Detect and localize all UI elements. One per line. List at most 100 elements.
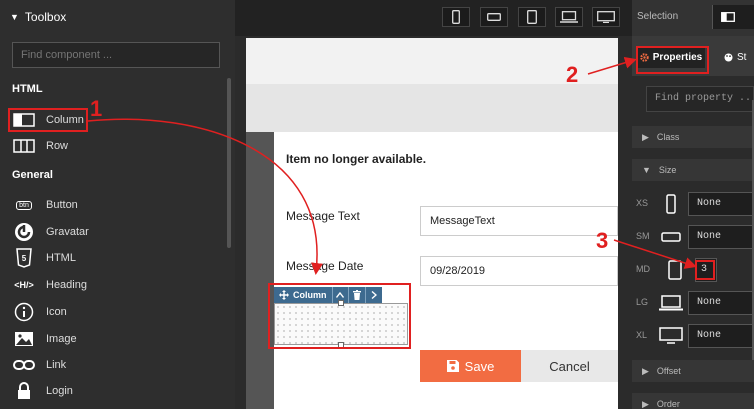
toolbox-item-label: Image (46, 333, 77, 345)
toolbox-item-label: Link (46, 359, 67, 371)
selection-row: Selection (632, 0, 754, 36)
expand-triangle-icon: ▶ (642, 398, 649, 409)
toolbox-title: Toolbox (24, 10, 67, 24)
toolbox-item-label: Icon (46, 306, 67, 318)
section-general-heading: General (12, 169, 53, 181)
find-component-input[interactable] (12, 42, 220, 68)
toolbox-item-label: Login (46, 385, 73, 397)
toolbox-item-link[interactable]: Link (12, 354, 66, 376)
collapse-triangle-icon: ▼ (10, 12, 19, 22)
device-phone-landscape-button[interactable] (480, 7, 508, 27)
gravatar-icon (12, 222, 36, 242)
laptop-icon (658, 292, 684, 314)
group-class-label: Class (656, 132, 680, 142)
toolbox-item-row[interactable]: Row (12, 135, 68, 157)
laptop-icon (560, 11, 578, 23)
tablet-portrait-icon (527, 10, 537, 24)
device-laptop-button[interactable] (555, 7, 583, 27)
toolbox-item-html[interactable]: 5 HTML (12, 247, 76, 269)
toolbox-item-label: Button (46, 199, 78, 211)
size-row-lg: LG None (632, 288, 754, 318)
step-number-2: 2 (566, 62, 579, 87)
group-offset-label: Offset (656, 366, 681, 376)
size-breakpoint-label: XS (636, 198, 649, 208)
phone-icon (658, 193, 684, 215)
toolbox-item-login[interactable]: Login (12, 380, 73, 402)
toolbox-item-heading[interactable]: <H/> Heading (12, 274, 87, 296)
canvas-header-band (246, 84, 618, 132)
heading-icon: <H/> (14, 280, 34, 290)
group-order-label: Order (656, 399, 680, 409)
size-value-sm[interactable]: None (688, 225, 754, 249)
message-date-field[interactable]: 09/28/2019 (420, 256, 618, 286)
cancel-button[interactable]: Cancel (521, 350, 618, 382)
toolbox-item-label: Heading (46, 279, 87, 291)
step-number-3: 3 (596, 228, 609, 253)
info-icon (12, 302, 36, 322)
section-html-heading: HTML (12, 83, 43, 95)
tab-styles[interactable]: St (716, 46, 754, 68)
step-number-1: 1 (90, 96, 103, 121)
size-value-lg[interactable]: None (688, 291, 754, 315)
collapse-triangle-icon: ▼ (642, 165, 651, 175)
lock-icon (12, 382, 36, 400)
message-date-label: Message Date (286, 259, 364, 273)
toolbox-item-icon[interactable]: Icon (12, 301, 67, 323)
size-row-xs: XS None (632, 189, 754, 219)
phone-portrait-icon (452, 10, 460, 24)
toolbox-item-image[interactable]: Image (12, 328, 77, 350)
phone-landscape-icon (487, 13, 501, 21)
group-order[interactable]: ▶ Order (632, 393, 754, 409)
link-icon (12, 359, 36, 371)
toolbox-item-label: Row (46, 140, 69, 152)
highlight-box-properties-tab (636, 46, 709, 74)
toolbox-scrollbar[interactable] (227, 78, 231, 248)
monitor-icon (597, 11, 615, 23)
device-desktop-button[interactable] (592, 7, 620, 27)
selected-component-chip[interactable] (712, 5, 754, 29)
toolbox-item-label: HTML (46, 252, 76, 264)
size-value-xl[interactable]: None (688, 324, 754, 348)
size-value-xs[interactable]: None (688, 192, 754, 216)
highlight-box-dropped-column (268, 283, 411, 349)
size-breakpoint-label: SM (636, 231, 650, 241)
size-row-md: MD 3 (632, 255, 754, 285)
floppy-disk-icon (446, 360, 459, 372)
device-tablet-portrait-button[interactable] (518, 7, 546, 27)
size-row-sm: SM None (632, 222, 754, 252)
tablet-icon (662, 259, 688, 281)
highlight-box-column (8, 108, 88, 132)
phone-landscape-icon (658, 226, 684, 248)
device-toolbar (235, 0, 632, 36)
message-text-field[interactable]: MessageText (420, 206, 618, 236)
svg-text:5: 5 (22, 254, 27, 263)
row-icon (12, 139, 36, 153)
expand-triangle-icon: ▶ (642, 131, 649, 142)
size-row-xl: XL None (632, 321, 754, 351)
device-phone-portrait-button[interactable] (442, 7, 470, 27)
selection-label: Selection (637, 11, 679, 22)
monitor-icon (658, 325, 684, 347)
toolbox-item-button[interactable]: btn Button (12, 194, 78, 216)
toolbox-item-gravatar[interactable]: Gravatar (12, 221, 89, 243)
find-property-input[interactable]: Find property ... (646, 86, 754, 112)
btn-icon: btn (12, 200, 36, 210)
size-breakpoint-label: XL (636, 330, 648, 340)
save-button[interactable]: Save (420, 350, 521, 382)
toolbox-header[interactable]: ▼ Toolbox (0, 0, 235, 34)
group-size[interactable]: ▼ Size (632, 159, 754, 181)
message-text-label: Message Text (286, 209, 360, 223)
cancel-button-label: Cancel (549, 358, 590, 374)
group-class[interactable]: ▶ Class (632, 126, 754, 148)
palette-icon (724, 53, 733, 61)
size-breakpoint-label: LG (636, 297, 649, 307)
group-size-label: Size (658, 165, 677, 175)
image-icon (12, 331, 36, 347)
group-offset[interactable]: ▶ Offset (632, 360, 754, 382)
save-button-label: Save (464, 358, 495, 374)
size-breakpoint-label: MD (636, 264, 650, 274)
toolbox-panel: ▼ Toolbox HTML Column Row General btn Bu… (0, 0, 235, 409)
canvas-top-area (246, 38, 618, 84)
unavailable-message: Item no longer available. (286, 152, 427, 166)
highlight-box-md-size (695, 260, 715, 280)
